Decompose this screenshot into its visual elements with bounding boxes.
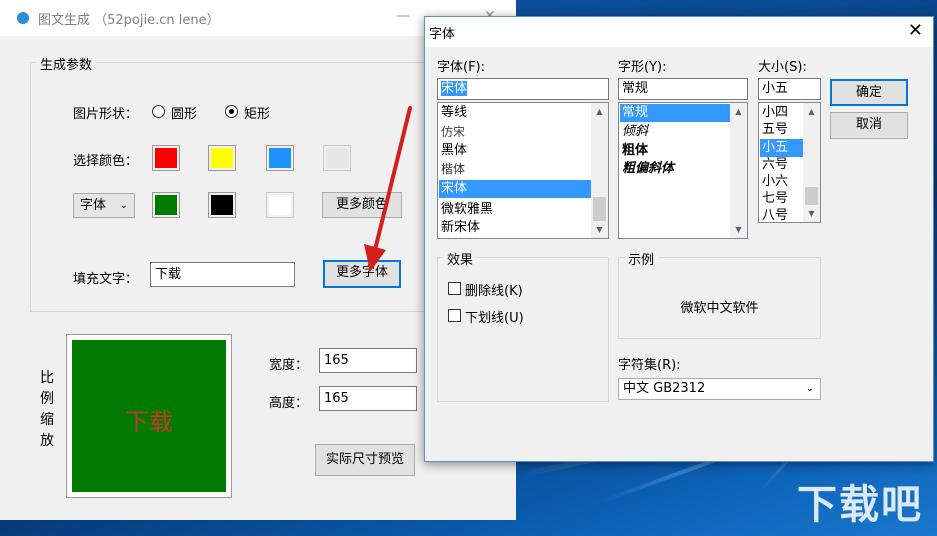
- shape-rect-label[interactable]: 矩形: [244, 103, 270, 122]
- font-family-label: 字体(F):: [437, 60, 486, 75]
- strikeout-label[interactable]: 删除线(K): [465, 280, 523, 299]
- list-item[interactable]: 小六: [760, 173, 804, 191]
- width-label: 宽度：: [269, 358, 309, 373]
- list-item[interactable]: 小四: [760, 104, 804, 122]
- color-swatch-black[interactable]: [208, 192, 236, 218]
- font-family-list[interactable]: 等线 仿宋 黑体 楷体 宋体 微软雅黑 新宋体 ▲ ▼: [437, 102, 609, 239]
- color-target-select[interactable]: 字体 ⌄: [73, 193, 135, 218]
- color-swatch-white[interactable]: [266, 192, 294, 218]
- scale-label: 比例缩放: [40, 370, 54, 449]
- list-item-selected[interactable]: 宋体: [439, 180, 591, 198]
- list-item[interactable]: 六号: [760, 156, 804, 174]
- close-icon[interactable]: ✕: [908, 20, 923, 41]
- shape-circle-label[interactable]: 圆形: [171, 103, 197, 122]
- color-label: 选择颜色：: [73, 154, 139, 169]
- red-arrow-annotation: [364, 106, 412, 272]
- fill-text-input[interactable]: 下载: [150, 262, 295, 287]
- swatch-fill: [269, 195, 291, 215]
- swatch-fill: [269, 148, 291, 168]
- scroll-up-icon[interactable]: ▲: [803, 103, 820, 120]
- underline-checkbox[interactable]: [448, 309, 461, 322]
- color-swatch-red[interactable]: [152, 145, 180, 171]
- swatch-fill: [326, 148, 348, 168]
- font-family-input-value: 宋体: [441, 81, 468, 96]
- font-style-scrollbar[interactable]: ▲ ▼: [730, 103, 747, 238]
- font-family-input[interactable]: 宋体: [437, 78, 609, 100]
- shape-rect-radio[interactable]: [225, 105, 238, 118]
- list-item[interactable]: 七号: [760, 190, 804, 208]
- scroll-down-icon[interactable]: ▼: [803, 205, 820, 222]
- scroll-down-icon[interactable]: ▼: [730, 221, 747, 238]
- font-size-input[interactable]: 小五: [758, 78, 821, 100]
- params-group-title: 生成参数: [36, 54, 97, 73]
- preview-text: 下载: [125, 408, 173, 436]
- font-size-scrollbar[interactable]: ▲ ▼: [803, 103, 820, 222]
- chevron-down-icon: ⌄: [119, 200, 128, 211]
- swatch-fill: [155, 148, 177, 168]
- color-swatch-gray[interactable]: [323, 145, 351, 171]
- list-item[interactable]: 五号: [760, 121, 804, 139]
- scroll-up-icon[interactable]: ▲: [591, 103, 608, 120]
- shape-circle-radio[interactable]: [152, 105, 165, 118]
- color-target-value: 字体: [80, 198, 107, 213]
- height-label: 高度：: [269, 396, 309, 411]
- scrollbar-thumb[interactable]: [593, 197, 606, 221]
- list-item-selected[interactable]: 常规: [620, 104, 730, 122]
- actual-size-preview-button[interactable]: 实际尺寸预览: [315, 444, 415, 476]
- font-dialog: 字体 ✕ 字体(F): 宋体 等线 仿宋 黑体 楷体 宋体 微软雅黑 新宋体 ▲…: [424, 16, 934, 462]
- watermark-logo: 下载吧: [797, 482, 923, 528]
- charset-value: 中文 GB2312: [623, 381, 706, 396]
- list-item[interactable]: 粗偏斜体: [620, 160, 730, 178]
- height-input[interactable]: 165: [319, 386, 417, 411]
- font-style-list[interactable]: 常规 倾斜 粗体 粗偏斜体 ▲ ▼: [618, 102, 748, 239]
- sample-group-title: 示例: [624, 249, 659, 268]
- list-item-selected[interactable]: 小五: [760, 139, 804, 157]
- swatch-fill: [211, 195, 233, 215]
- list-item[interactable]: 黑体: [439, 142, 592, 160]
- list-item[interactable]: 新宋体: [439, 219, 592, 237]
- list-item[interactable]: 八号: [760, 207, 804, 222]
- font-family-scrollbar[interactable]: ▲ ▼: [591, 103, 608, 238]
- sample-text: 微软中文软件: [680, 301, 759, 316]
- preview-frame: 下载: [66, 334, 232, 498]
- font-dialog-titlebar: 字体 ✕: [425, 17, 933, 47]
- color-swatch-blue[interactable]: [266, 145, 294, 171]
- list-item[interactable]: 楷体: [439, 160, 592, 178]
- effects-group-title: 效果: [443, 249, 478, 268]
- list-item[interactable]: 粗体: [620, 142, 730, 160]
- minimize-button[interactable]: —: [396, 8, 410, 24]
- font-style-input[interactable]: 常规: [618, 78, 748, 100]
- font-style-label: 字形(Y):: [618, 60, 667, 75]
- scroll-down-icon[interactable]: ▼: [591, 221, 608, 238]
- list-item[interactable]: 仿宋: [439, 123, 592, 141]
- font-dialog-title: 字体: [429, 27, 456, 42]
- list-item[interactable]: 等线: [439, 104, 592, 122]
- effects-group: [437, 257, 609, 402]
- list-item[interactable]: 倾斜: [620, 123, 730, 141]
- color-swatch-yellow[interactable]: [208, 145, 236, 171]
- charset-select[interactable]: 中文 GB2312 ⌄: [618, 378, 821, 400]
- underline-label[interactable]: 下划线(U): [465, 307, 524, 326]
- strikeout-checkbox[interactable]: [448, 282, 461, 295]
- font-size-list[interactable]: 小四 五号 小五 六号 小六 七号 八号 ▲ ▼: [758, 102, 821, 223]
- scroll-up-icon[interactable]: ▲: [730, 103, 747, 120]
- app-icon: [17, 12, 29, 24]
- preview-image: 下载: [72, 340, 226, 492]
- ok-button[interactable]: 确定: [830, 79, 908, 106]
- list-item[interactable]: 微软雅黑: [439, 201, 592, 219]
- scrollbar-thumb[interactable]: [805, 187, 818, 205]
- charset-label: 字符集(R):: [618, 358, 681, 373]
- fill-text-label: 填充文字：: [73, 272, 139, 287]
- width-input[interactable]: 165: [319, 348, 417, 373]
- swatch-fill: [211, 148, 233, 168]
- shape-label: 图片形状：: [73, 107, 139, 122]
- window-title: 图文生成 （52pojie.cn lene）: [38, 13, 220, 28]
- cancel-button[interactable]: 取消: [830, 112, 908, 139]
- color-swatch-green[interactable]: [152, 192, 180, 218]
- swatch-fill: [155, 195, 177, 215]
- font-size-label: 大小(S):: [758, 60, 807, 75]
- chevron-down-icon: ⌄: [805, 383, 814, 394]
